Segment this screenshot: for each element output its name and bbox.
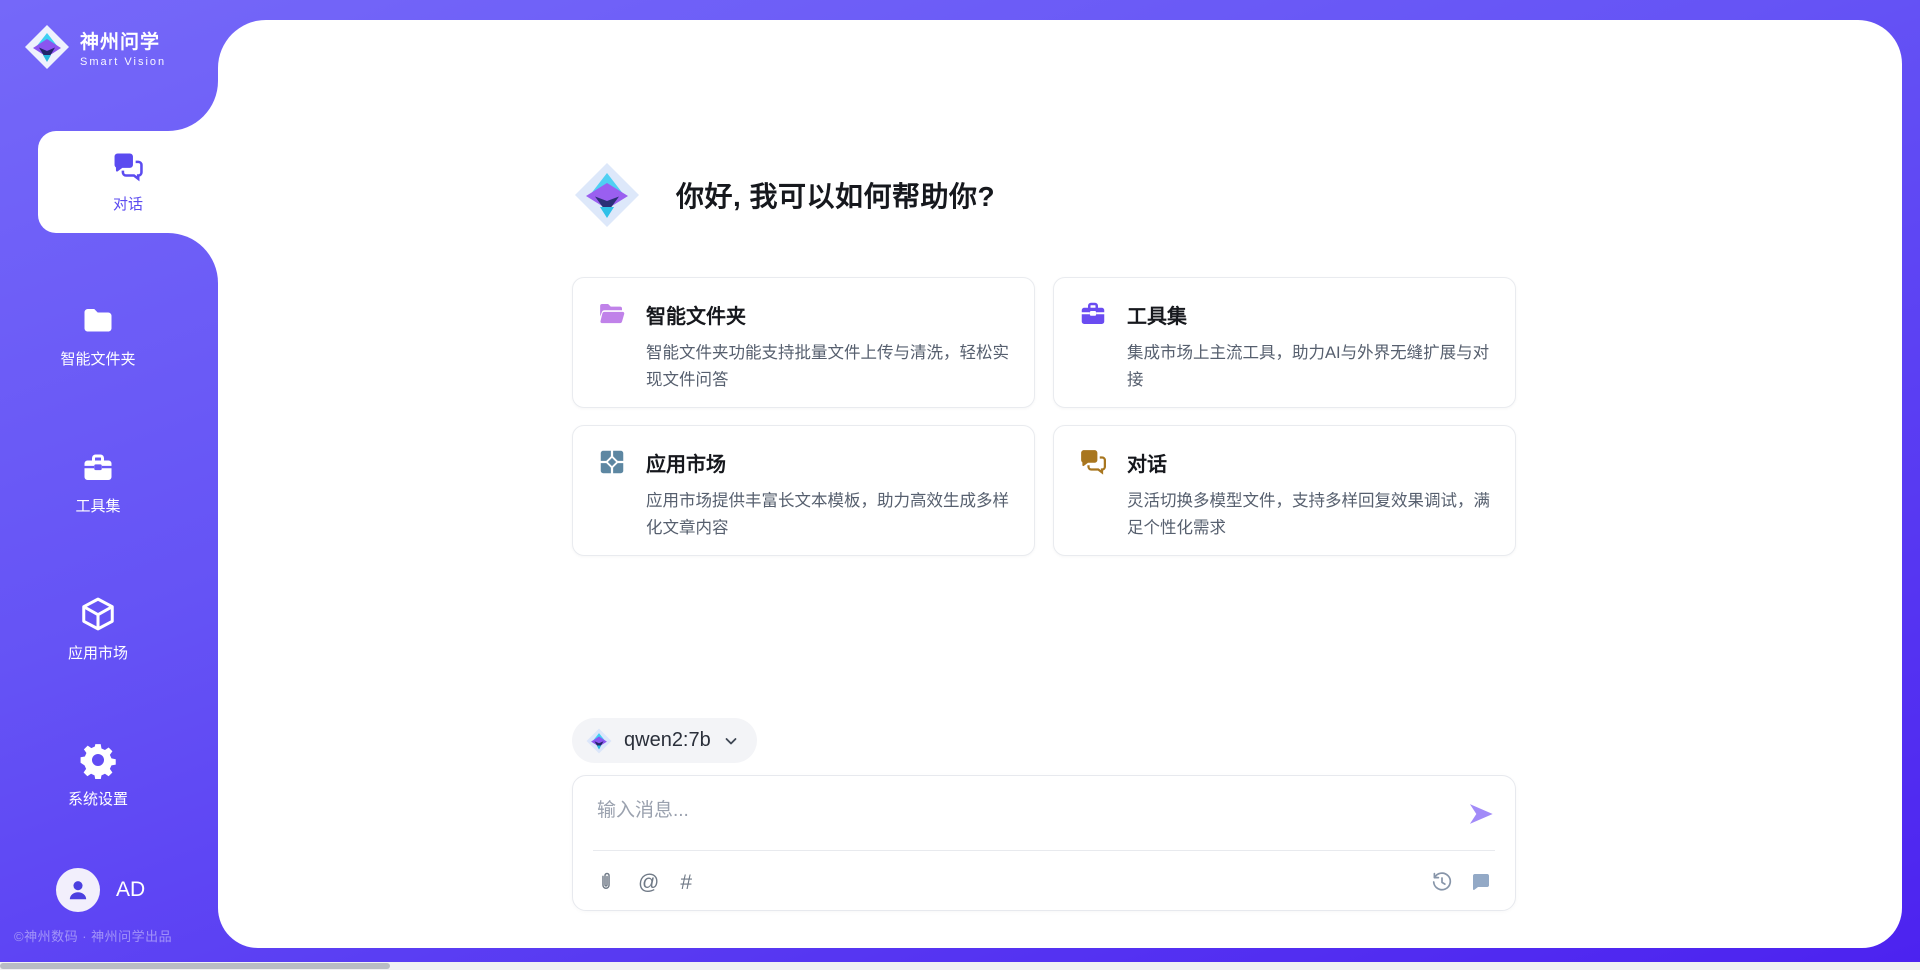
main-content: 你好, 我可以如何帮助你? 智能文件夹 智能文件夹功能支持批量文件上传与清洗，轻… [218,20,1902,948]
card-title: 对话 [1127,448,1167,477]
history-icon[interactable] [1430,870,1454,894]
toolbox-icon [1078,299,1108,329]
card-smart-folder[interactable]: 智能文件夹 智能文件夹功能支持批量文件上传与清洗，轻松实现文件问答 [572,277,1035,408]
sidebar-item-app-market[interactable]: 应用市场 [0,595,196,663]
card-app-market[interactable]: 应用市场 应用市场提供丰富长文本模板，助力高效生成多样化文章内容 [572,425,1035,556]
card-title: 工具集 [1127,300,1187,329]
card-description: 应用市场提供丰富长文本模板，助力高效生成多样化文章内容 [646,488,1010,541]
active-tab-top-curve [168,81,218,131]
chevron-down-icon [723,733,739,749]
sidebar-item-label: 智能文件夹 [60,348,135,369]
topic-icon[interactable]: # [680,872,692,893]
card-description: 集成市场上主流工具，助力AI与外界无缝扩展与对接 [1127,340,1491,393]
card-title: 智能文件夹 [646,300,746,329]
mention-icon[interactable]: @ [638,872,659,893]
sidebar-item-label: 系统设置 [68,788,128,809]
message-input[interactable] [597,794,1417,828]
brand-diamond-icon [572,160,642,230]
scrollbar-thumb[interactable] [0,963,390,969]
open-folder-icon [597,299,627,329]
app-grid-icon [597,447,627,477]
sidebar-item-label: 对话 [113,193,143,214]
sidebar-item-smart-folder[interactable]: 智能文件夹 [0,303,196,369]
chat-icon [111,150,145,184]
copyright-footer: ©神州数码 · 神州问学出品 [14,926,172,945]
cube-icon [79,595,117,633]
brand-subtitle: Smart Vision [80,56,166,68]
card-description: 灵活切换多模型文件，支持多样回复效果调试，满足个性化需求 [1127,488,1491,541]
greeting-row: 你好, 我可以如何帮助你? [572,160,1516,230]
page-title: 你好, 我可以如何帮助你? [676,175,995,215]
person-icon [65,877,91,903]
composer-toolbar: @ # [595,864,1493,900]
folder-icon [80,303,116,339]
card-description: 智能文件夹功能支持批量文件上传与清洗，轻松实现文件问答 [646,340,1010,393]
sidebar: 神州问学 Smart Vision 对话 智能文件夹 [0,0,218,970]
sidebar-item-label: 应用市场 [68,642,128,663]
message-icon[interactable] [1469,870,1493,894]
content-column: 你好, 我可以如何帮助你? 智能文件夹 智能文件夹功能支持批量文件上传与清洗，轻… [572,20,1516,911]
user-name: AD [116,878,145,902]
sidebar-item-toolset[interactable]: 工具集 [0,450,196,516]
brand-diamond-icon [586,728,612,754]
chat-icon [1078,447,1108,477]
card-chat[interactable]: 对话 灵活切换多模型文件，支持多样回复效果调试，满足个性化需求 [1053,425,1516,556]
card-title: 应用市场 [646,448,726,477]
brand-name: 神州问学 [80,27,166,54]
user-account[interactable]: AD [56,868,145,912]
brand-logo: 神州问学 Smart Vision [24,24,166,70]
brand-diamond-icon [24,24,70,70]
attach-icon[interactable] [595,871,617,893]
horizontal-scrollbar[interactable] [0,962,1920,970]
sidebar-item-settings[interactable]: 系统设置 [0,741,196,809]
model-selector[interactable]: qwen2:7b [572,718,757,763]
send-button[interactable] [1467,800,1495,828]
sidebar-item-label: 工具集 [75,495,120,516]
sidebar-item-chat[interactable]: 对话 [38,131,218,233]
card-toolset[interactable]: 工具集 集成市场上主流工具，助力AI与外界无缝扩展与对接 [1053,277,1516,408]
app-window: 神州问学 Smart Vision 对话 智能文件夹 [0,0,1920,970]
model-name: qwen2:7b [624,729,711,752]
active-tab-bottom-curve [168,233,218,283]
feature-cards: 智能文件夹 智能文件夹功能支持批量文件上传与清洗，轻松实现文件问答 工具集 集成… [572,277,1516,556]
message-composer: @ # [572,775,1516,911]
gear-icon [79,741,117,779]
avatar [56,868,100,912]
composer-divider [593,850,1495,851]
send-icon [1467,800,1495,828]
toolbox-icon [80,450,116,486]
